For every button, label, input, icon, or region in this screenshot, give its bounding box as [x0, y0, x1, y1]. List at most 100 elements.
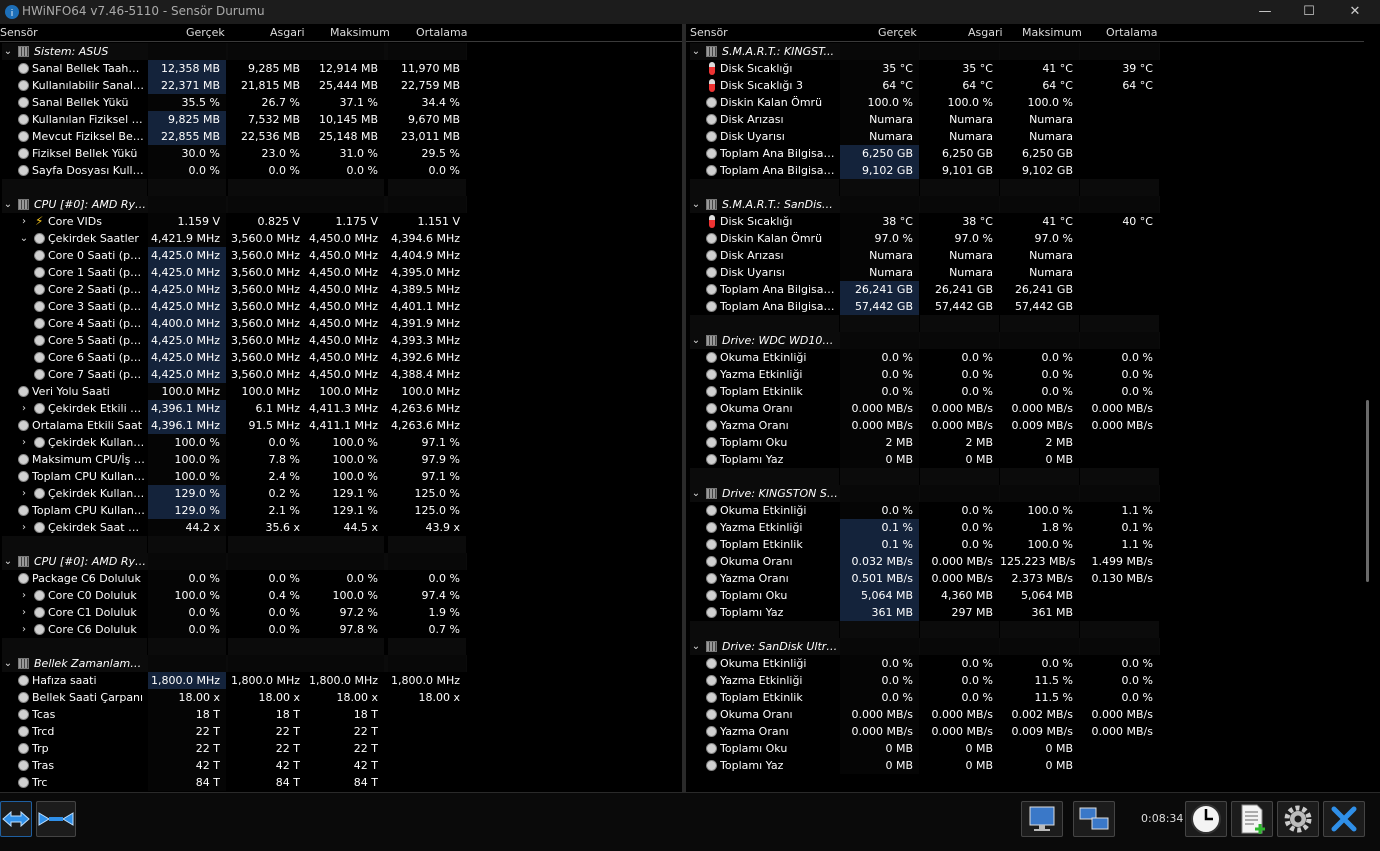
sensor-row[interactable]: › ⚡ Core VIDs 1.159 V 0.825 V 1.175 V 1.151 V — [0, 213, 682, 230]
sensor-row[interactable]: Maksimum CPU/İş pa... 100.0 % 7.8 % 100.0 %… — [0, 451, 682, 468]
sensor-group-header[interactable]: ⌄ S.M.A.R.T.: KINGST... — [686, 43, 1364, 60]
sensor-row[interactable]: Toplamı Yaz 0 MB 0 MB 0 MB — [686, 451, 1364, 468]
sensor-row[interactable]: Bellek Saati Çarpanı 18.00 x 18.00 x 18.00 … — [0, 689, 682, 706]
sensor-row[interactable]: Toplam Ana Bilgisay... 26,241 GB 26,241 GB… — [686, 281, 1364, 298]
sensor-row[interactable]: Yazma Oranı 0.000 MB/s 0.000 MB/s 0.009 MB/… — [686, 723, 1364, 740]
sensor-row[interactable]: Okuma Etkinliği 0.0 % 0.0 % 100.0 % 1.1 % — [686, 502, 1364, 519]
expand-left-button[interactable] — [0, 801, 32, 837]
sensor-row[interactable]: Disk Arızası Numara Numara Numara — [686, 247, 1364, 264]
chevron-right-icon[interactable]: › — [18, 400, 30, 417]
sensor-row[interactable]: Core 0 Saati (per... 4,425.0 MHz 3,560.0 M… — [0, 247, 682, 264]
sensor-row[interactable]: Yazma Etkinliği 0.0 % 0.0 % 11.5 % 0.0 % — [686, 672, 1364, 689]
header-sensor[interactable]: Sensör — [0, 26, 38, 39]
sensor-row[interactable]: Kullanılabilir Sanal Be...22,371 MB 21,81… — [0, 77, 682, 94]
sensor-row[interactable]: Yazma Oranı 0.000 MB/s 0.000 MB/s 0.009 MB/… — [686, 417, 1364, 434]
sensor-row[interactable]: Toplam Ana Bilgisay... 57,442 GB 57,442 GB… — [686, 298, 1364, 315]
sensor-row[interactable]: Mevcut Fiziksel Bellek 22,855 MB 22,536 MB… — [0, 128, 682, 145]
sensor-row[interactable]: Disk Uyarısı Numara Numara Numara — [686, 128, 1364, 145]
sensor-row[interactable]: Yazma Oranı 0.501 MB/s 0.000 MB/s 2.373 MB/… — [686, 570, 1364, 587]
sensor-row[interactable]: Trcd 22 T 22 T 22 T — [0, 723, 682, 740]
sensor-row[interactable]: Tras 42 T 42 T 42 T — [0, 757, 682, 774]
sensor-row[interactable]: Ortalama Etkili Saat 4,396.1 MHz 91.5 MHz 4… — [0, 417, 682, 434]
sensor-row[interactable]: › Core C1 Doluluk 0.0 % 0.0 % 97.2 % 1.9 % — [0, 604, 682, 621]
sensor-row[interactable]: Sayfa Dosyası Kullanımı0.0 %0.0 %0.0 %0.… — [0, 162, 682, 179]
sensor-row[interactable]: Hafıza saati 1,800.0 MHz 1,800.0 MHz 1,800.… — [0, 672, 682, 689]
network-button[interactable] — [1073, 801, 1115, 837]
minimize-button[interactable]: — — [1242, 0, 1288, 24]
sensor-row[interactable]: Toplamı Yaz 0 MB 0 MB 0 MB — [686, 757, 1364, 774]
sensor-row[interactable]: Okuma Oranı 0.000 MB/s 0.000 MB/s 0.000 MB/… — [686, 400, 1364, 417]
sensor-row[interactable]: Core 7 Saati (per... 4,425.0 MHz 3,560.0 M… — [0, 366, 682, 383]
sensor-row[interactable]: Yazma Etkinliği 0.1 % 0.0 % 1.8 % 0.1 % — [686, 519, 1364, 536]
exit-button[interactable] — [1323, 801, 1365, 837]
sensor-row[interactable]: Toplamı Yaz 361 MB 297 MB 361 MB — [686, 604, 1364, 621]
collapse-chevron-icon[interactable]: ⌄ — [690, 196, 702, 213]
sensor-row[interactable]: Core 1 Saati (per... 4,425.0 MHz 3,560.0 M… — [0, 264, 682, 281]
sensor-row[interactable]: Toplam CPU Kullanımı 129.0 % 2.1 % 129.1 % 1… — [0, 502, 682, 519]
chevron-right-icon[interactable]: › — [18, 587, 30, 604]
sensor-row[interactable]: Sanal Bellek Taahhüt... 12,358 MB 9,285 MB… — [0, 60, 682, 77]
header-current-right[interactable]: Gerçek — [878, 26, 917, 39]
chevron-right-icon[interactable]: › — [18, 213, 30, 230]
sensor-row[interactable]: Disk Arızası Numara Numara Numara — [686, 111, 1364, 128]
sensor-row[interactable]: › Çekirdek Saat Ça... 44.2 x 35.6 x 44.5 x 43… — [0, 519, 682, 536]
sensor-row[interactable]: Toplam Ana Bilgisay... 9,102 GB 9,101 GB 9,… — [686, 162, 1364, 179]
sensor-group-header[interactable]: ⌄ S.M.A.R.T.: SanDisk... — [686, 196, 1364, 213]
chevron-right-icon[interactable]: › — [18, 604, 30, 621]
sensor-row[interactable]: Toplam Etkinlik 0.0 % 0.0 % 11.5 % 0.0 % — [686, 689, 1364, 706]
chevron-right-icon[interactable]: › — [18, 485, 30, 502]
collapse-chevron-icon[interactable]: ⌄ — [690, 332, 702, 349]
sensor-row[interactable]: Toplam Etkinlik 0.1 % 0.0 % 100.0 % 1.1 % — [686, 536, 1364, 553]
sensor-row[interactable]: › Çekirdek Kullanım 100.0 % 0.0 % 100.0 % 97.… — [0, 434, 682, 451]
sensor-row[interactable]: Okuma Etkinliği 0.0 % 0.0 % 0.0 % 0.0 % — [686, 349, 1364, 366]
sensor-group-header[interactable]: ⌄ Bellek Zamanlamaları — [0, 655, 682, 672]
sensor-group-header[interactable]: ⌄ CPU [#0]: AMD Ryz... — [0, 196, 682, 213]
header-current[interactable]: Gerçek — [186, 26, 225, 39]
sensor-row[interactable]: Core 3 Saati (per... 4,425.0 MHz 3,560.0 M… — [0, 298, 682, 315]
header-min-right[interactable]: Asgari — [968, 26, 1003, 39]
sensor-row[interactable]: › Çekirdek Etkili Sa... 4,396.1 MHz 6.1 MHz… — [0, 400, 682, 417]
monitor-button[interactable] — [1021, 801, 1063, 837]
sensor-row[interactable]: Disk Uyarısı Numara Numara Numara — [686, 264, 1364, 281]
sensor-row[interactable]: Okuma Oranı 0.032 MB/s 0.000 MB/s 125.223 M… — [686, 553, 1364, 570]
sensor-row[interactable]: Sanal Bellek Yükü 35.5 % 26.7 % 37.1 % 34.4 … — [0, 94, 682, 111]
sensor-row[interactable]: Package C6 Doluluk 0.0 % 0.0 % 0.0 % 0.0 % — [0, 570, 682, 587]
sensor-row[interactable]: › Core C0 Doluluk 100.0 % 0.4 % 100.0 % 97.4 … — [0, 587, 682, 604]
settings-button[interactable] — [1277, 801, 1319, 837]
sensor-group-header[interactable]: ⌄ Drive: SanDisk Ultra ... — [686, 638, 1364, 655]
sensor-row[interactable]: Disk Sıcaklığı 35 °C 35 °C 41 °C 39 °C — [686, 60, 1364, 77]
sensor-row[interactable]: Toplam Etkinlik 0.0 % 0.0 % 0.0 % 0.0 % — [686, 383, 1364, 400]
sensor-row[interactable]: Core 2 Saati (per... 4,425.0 MHz 3,560.0 M… — [0, 281, 682, 298]
header-sensor-right[interactable]: Sensör — [690, 26, 728, 39]
sensor-row[interactable]: Trc 84 T 84 T 84 T — [0, 774, 682, 791]
sensor-row[interactable]: Fiziksel Bellek Yükü 30.0 % 23.0 % 31.0 % 29… — [0, 145, 682, 162]
sensor-row[interactable]: Diskin Kalan Ömrü 100.0 % 100.0 % 100.0 % — [686, 94, 1364, 111]
right-sensor-panel[interactable]: Sensör Gerçek Asgari Maksimum Ortalama ⌄… — [686, 24, 1364, 792]
scrollbar-thumb[interactable] — [1366, 400, 1369, 582]
sensor-row[interactable]: ⌄ Çekirdek Saatler 4,421.9 MHz 3,560.0 MHz 4… — [0, 230, 682, 247]
sensor-row[interactable]: Toplamı Oku 5,064 MB 4,360 MB 5,064 MB — [686, 587, 1364, 604]
sensor-row[interactable]: › Çekirdek Kullanım 129.0 % 0.2 % 129.1 % 125… — [0, 485, 682, 502]
sensor-row[interactable]: Toplamı Oku 2 MB 2 MB 2 MB — [686, 434, 1364, 451]
sensor-group-header[interactable]: ⌄ Drive: KINGSTON SF... — [686, 485, 1364, 502]
sensor-group-header[interactable]: ⌄ Sistem: ASUS — [0, 43, 682, 60]
sensor-row[interactable]: Trp 22 T 22 T 22 T — [0, 740, 682, 757]
sensor-row[interactable]: Toplam CPU Kullanımı 100.0 % 2.4 % 100.0 % 9… — [0, 468, 682, 485]
sensor-row[interactable]: Disk Sıcaklığı 3 64 °C 64 °C 64 °C 64 °C — [686, 77, 1364, 94]
collapse-chevron-icon[interactable]: ⌄ — [2, 553, 14, 570]
collapse-button[interactable] — [36, 801, 76, 837]
header-max[interactable]: Maksimum — [330, 26, 390, 39]
header-avg[interactable]: Ortalama — [416, 26, 468, 39]
sensor-row[interactable]: Toplam Ana Bilgisay... 6,250 GB 6,250 GB 6,… — [686, 145, 1364, 162]
sensor-row[interactable]: Diskin Kalan Ömrü 97.0 % 97.0 % 97.0 % — [686, 230, 1364, 247]
log-file-button[interactable] — [1231, 801, 1273, 837]
sensor-row[interactable]: Core 5 Saati (per... 4,425.0 MHz 3,560.0 M… — [0, 332, 682, 349]
sensor-row[interactable]: Okuma Oranı 0.000 MB/s 0.000 MB/s 0.002 MB/… — [686, 706, 1364, 723]
sensor-row[interactable]: Veri Yolu Saati 100.0 MHz 100.0 MHz 100.0 M… — [0, 383, 682, 400]
sensor-row[interactable]: Yazma Etkinliği 0.0 % 0.0 % 0.0 % 0.0 % — [686, 366, 1364, 383]
collapse-chevron-icon[interactable]: ⌄ — [2, 655, 14, 672]
collapse-chevron-icon[interactable]: ⌄ — [690, 638, 702, 655]
left-sensor-panel[interactable]: Sensör Gerçek Asgari Maksimum Ortalama ⌄… — [0, 24, 682, 792]
sensor-group-header[interactable]: ⌄ CPU [#0]: AMD Ryz... — [0, 553, 682, 570]
sensor-row[interactable]: › Core C6 Doluluk 0.0 % 0.0 % 97.8 % 0.7 % — [0, 621, 682, 638]
